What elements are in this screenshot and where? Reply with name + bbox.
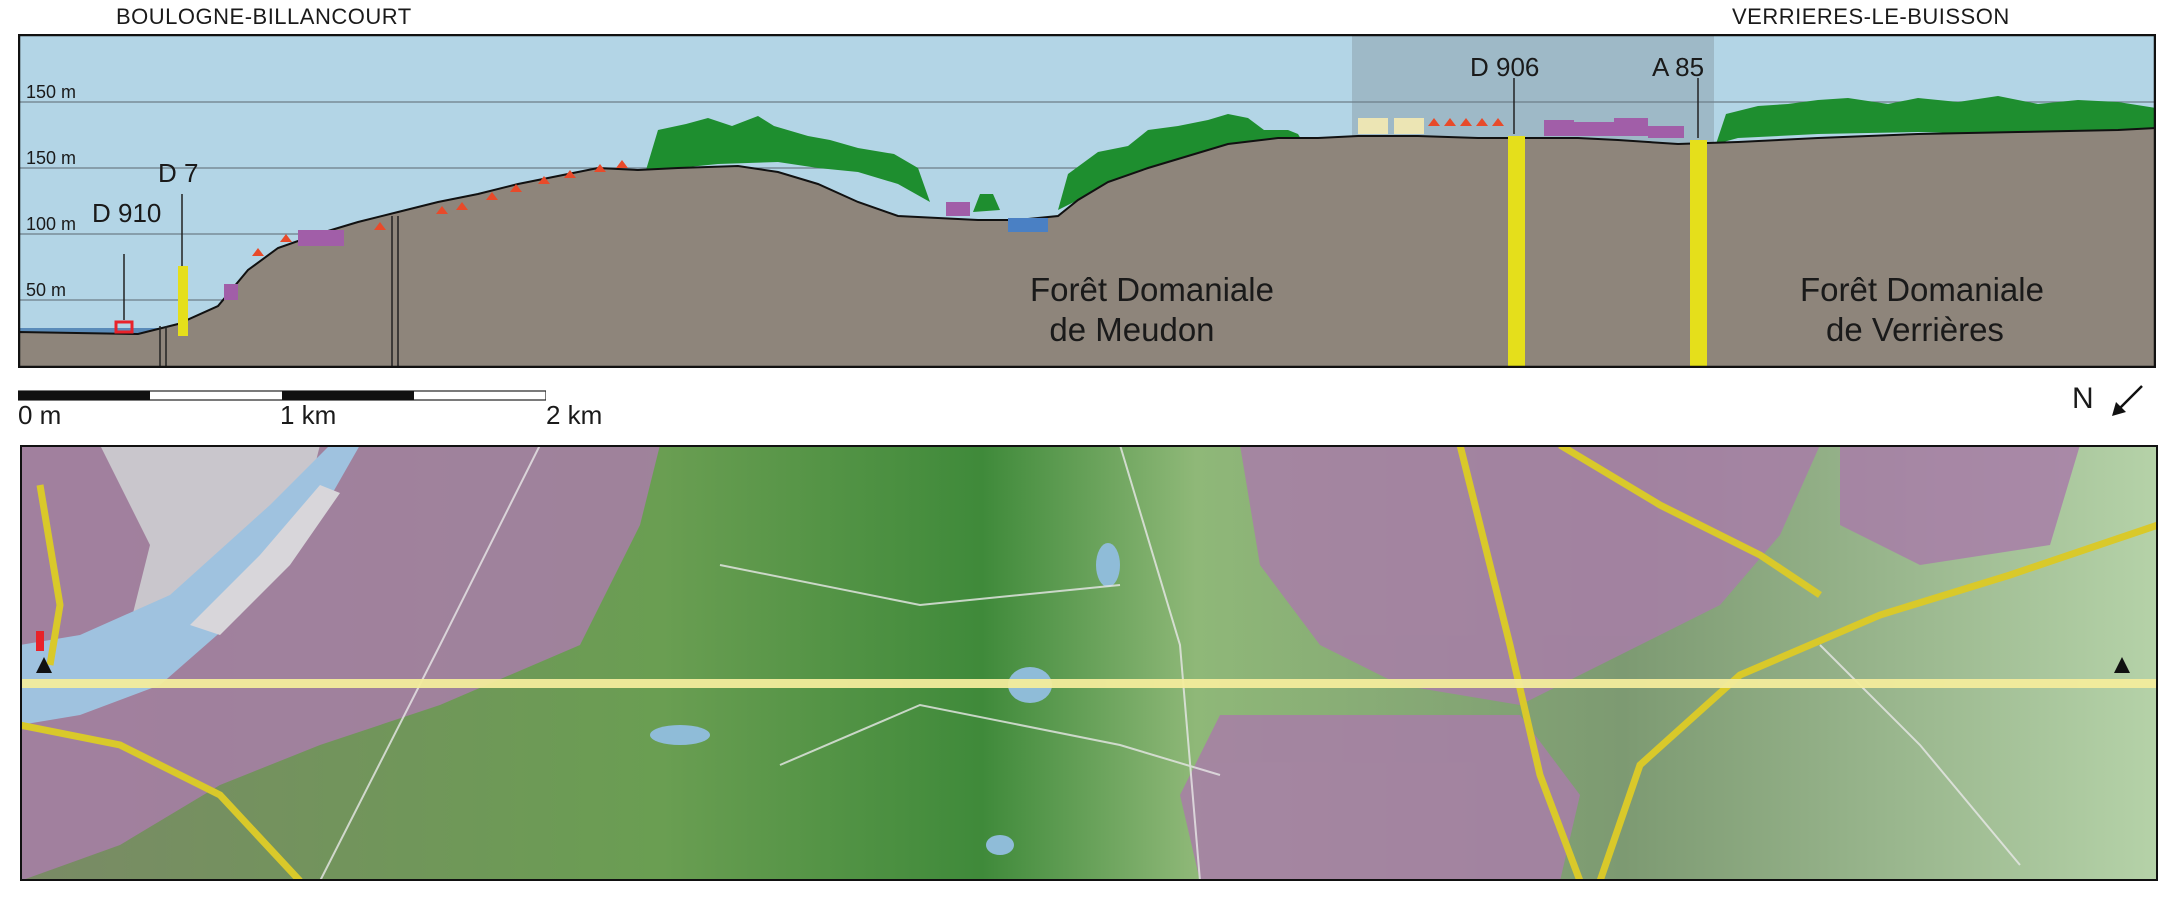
scale-label-2km: 2 km — [546, 400, 603, 430]
section-line — [20, 679, 2158, 688]
road-label-d910: D 910 — [92, 198, 162, 228]
pond — [1008, 218, 1048, 232]
road-d906-bar — [1508, 136, 1525, 368]
north-arrow-icon — [2112, 385, 2143, 417]
road-label-a85: A 85 — [1652, 52, 1705, 82]
forest-label-meudon: Forêt Domaniale de Meudon — [1030, 270, 1274, 350]
road-label-d906: D 906 — [1470, 52, 1540, 82]
scale-label-0: 0 m — [18, 400, 62, 430]
forest-label-verrieres-line1: Forêt Domaniale — [1800, 271, 2044, 308]
forest-label-meudon-line1: Forêt Domaniale — [1030, 271, 1274, 308]
scale-label-1km: 1 km — [280, 400, 337, 430]
north-label: N — [2072, 382, 2094, 415]
elevation-label-150: 150 m — [26, 148, 77, 168]
scale-segment-3 — [282, 391, 414, 400]
north-arrow: N — [2072, 382, 2148, 418]
forest-label-verrieres-line2: de Verrières — [1826, 311, 2004, 348]
map-view — [20, 445, 2158, 881]
left-city-label: BOULOGNE-BILLANCOURT — [116, 4, 412, 29]
road-d7-bar — [178, 266, 188, 336]
forest-label-verrieres: Forêt Domaniale de Verrières — [1800, 270, 2044, 350]
road-label-d7: D 7 — [158, 158, 199, 188]
road-a85-bar — [1690, 140, 1707, 368]
elevation-label-50: 50 m — [26, 280, 67, 300]
forest-label-meudon-line2: de Meudon — [1049, 311, 1215, 348]
elevation-label-100: 100 m — [26, 214, 77, 234]
right-city-label: VERRIERES-LE-BUISSON — [1732, 4, 2010, 29]
scale-segment-1 — [18, 391, 150, 400]
elevation-label-top: 150 m — [26, 82, 77, 102]
red-marker — [36, 631, 44, 651]
